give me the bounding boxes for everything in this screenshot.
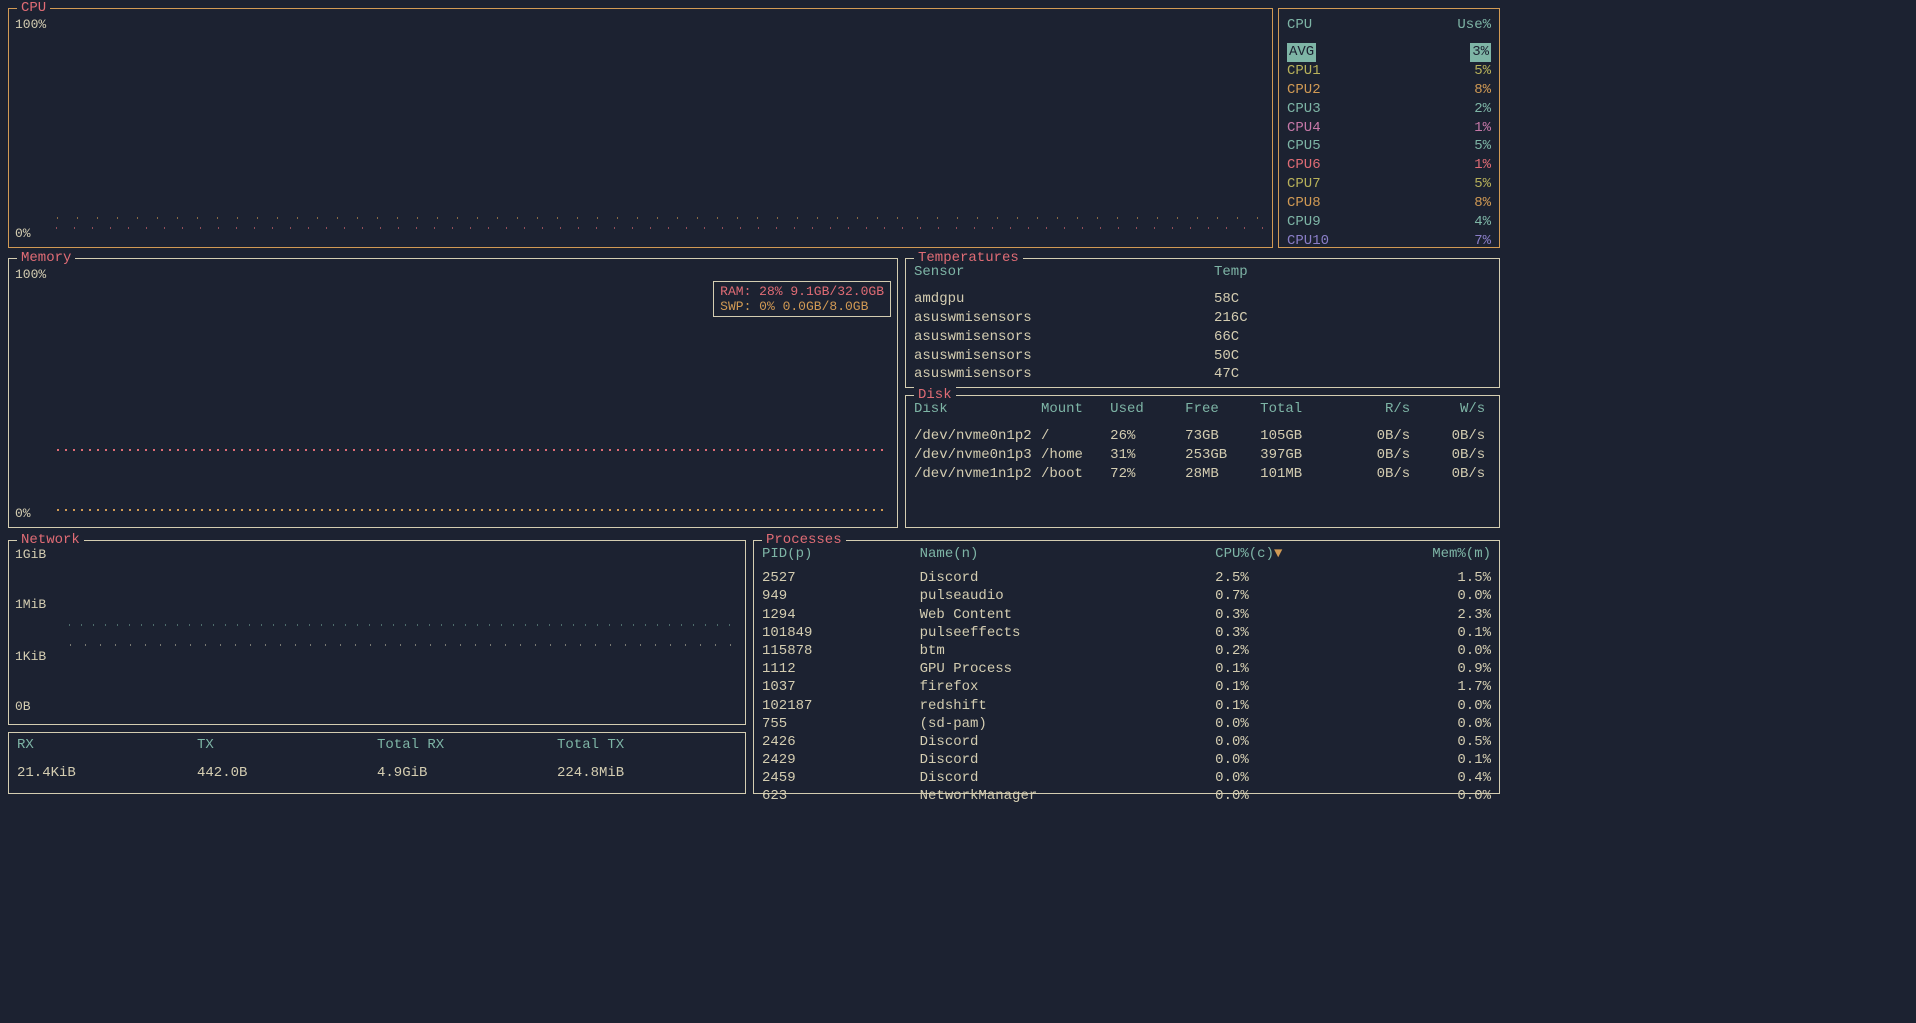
disk-row: /dev/nvme0n1p2/26%73GB105GB0B/s0B/s [914, 427, 1491, 446]
network-stats-panel[interactable]: RXTXTotal RXTotal TX 21.4KiB442.0B4.9GiB… [8, 732, 746, 794]
proc-header-cpu[interactable]: CPU%(c)▼ [1215, 545, 1392, 563]
netstats-header: Total RX [377, 737, 557, 753]
process-row[interactable]: 623NetworkManager0.0%0.0% [762, 787, 1491, 805]
netstats-value: 21.4KiB [17, 765, 197, 781]
temp-row: amdgpu58C [914, 290, 1491, 309]
cpu-row: CPU28% [1287, 81, 1491, 100]
cpu-row: CPU61% [1287, 156, 1491, 175]
cpu-row: CPU32% [1287, 100, 1491, 119]
memory-title: Memory [17, 250, 75, 266]
disk-header-col: Used [1110, 400, 1185, 419]
cpu-header-name: CPU [1287, 17, 1312, 33]
cpu-row: CPU15% [1287, 62, 1491, 81]
process-row[interactable]: 2429Discord0.0%0.1% [762, 751, 1491, 769]
process-row[interactable]: 1294Web Content0.3%2.3% [762, 606, 1491, 624]
temp-row: asuswmisensors50C [914, 347, 1491, 366]
processes-panel[interactable]: Processes PID(p) Name(n) CPU%(c)▼ Mem%(m… [753, 540, 1500, 794]
temp-row: asuswmisensors66C [914, 328, 1491, 347]
memory-legend: RAM: 28% 9.1GB/32.0GB SWP: 0% 0.0GB/8.0G… [713, 281, 891, 317]
disk-header-col: Free [1185, 400, 1260, 419]
network-graph-area [67, 619, 737, 659]
process-row[interactable]: 102187redshift0.1%0.0% [762, 697, 1491, 715]
netstats-value: 224.8MiB [557, 765, 737, 781]
cpu-row: CPU107% [1287, 232, 1491, 251]
netstats-header: Total TX [557, 737, 737, 753]
proc-header-name[interactable]: Name(n) [920, 545, 1216, 563]
netstats-header: TX [197, 737, 377, 753]
disk-row: /dev/nvme0n1p3/home31%253GB397GB0B/s0B/s [914, 446, 1491, 465]
mem-y-top: 100% [15, 267, 46, 282]
disk-title: Disk [914, 387, 956, 403]
cpu-row: CPU55% [1287, 137, 1491, 156]
cpu-row: CPU88% [1287, 194, 1491, 213]
temperatures-panel[interactable]: Temperatures Sensor Temp amdgpu58Casuswm… [905, 258, 1500, 388]
network-panel[interactable]: Network 1GiB 1MiB 1KiB 0B [8, 540, 746, 725]
disk-header-col: Mount [1041, 400, 1110, 419]
network-title: Network [17, 532, 84, 548]
swp-line: SWP: 0% 0.0GB/8.0GB [720, 299, 884, 314]
disk-panel[interactable]: Disk DiskMountUsedFreeTotalR/sW/s /dev/n… [905, 395, 1500, 528]
swp-graph-line [57, 509, 889, 511]
netstats-value: 4.9GiB [377, 765, 557, 781]
temps-title: Temperatures [914, 250, 1023, 266]
processes-title: Processes [762, 532, 846, 548]
net-y-3: 0B [15, 699, 31, 714]
memory-panel[interactable]: Memory 100% 0% RAM: 28% 9.1GB/32.0GB SWP… [8, 258, 898, 528]
process-row[interactable]: 755(sd-pam)0.0%0.0% [762, 715, 1491, 733]
process-row[interactable]: 2527Discord2.5%1.5% [762, 569, 1491, 587]
process-row[interactable]: 2426Discord0.0%0.5% [762, 733, 1491, 751]
cpu-row: CPU75% [1287, 175, 1491, 194]
net-y-2: 1KiB [15, 649, 46, 664]
temp-row: asuswmisensors47C [914, 365, 1491, 384]
process-row[interactable]: 1037firefox0.1%1.7% [762, 678, 1491, 696]
cpu-row: AVG3% [1287, 43, 1491, 62]
mem-y-bot: 0% [15, 506, 31, 521]
netstats-header: RX [17, 737, 197, 753]
cpu-header-use: Use% [1457, 17, 1491, 33]
ram-graph-line [57, 449, 889, 451]
cpu-y-bot: 0% [15, 226, 31, 241]
net-y-1: 1MiB [15, 597, 46, 612]
cpu-list-panel[interactable]: CPU Use% AVG3%CPU15%CPU28%CPU32%CPU41%CP… [1278, 8, 1500, 248]
process-row[interactable]: 115878btm0.2%0.0% [762, 642, 1491, 660]
netstats-value: 442.0B [197, 765, 377, 781]
disk-header-col: Total [1260, 400, 1335, 419]
proc-header-mem[interactable]: Mem%(m) [1393, 545, 1492, 563]
cpu-graph-panel[interactable]: CPU 100% 0% [8, 8, 1273, 248]
cpu-row: CPU41% [1287, 119, 1491, 138]
process-row[interactable]: 101849pulseeffects0.3%0.1% [762, 624, 1491, 642]
disk-header-col: R/s [1335, 400, 1410, 419]
process-row[interactable]: 949pulseaudio0.7%0.0% [762, 587, 1491, 605]
temp-row: asuswmisensors216C [914, 309, 1491, 328]
cpu-row: CPU94% [1287, 213, 1491, 232]
disk-header-col: W/s [1410, 400, 1485, 419]
temps-header-temp: Temp [1214, 263, 1248, 282]
ram-line: RAM: 28% 9.1GB/32.0GB [720, 284, 884, 299]
cpu-y-top: 100% [15, 17, 46, 32]
cpu-graph-area [54, 209, 1264, 239]
disk-row: /dev/nvme1n1p2/boot72%28MB101MB0B/s0B/s [914, 465, 1491, 484]
process-row[interactable]: 1112GPU Process0.1%0.9% [762, 660, 1491, 678]
process-row[interactable]: 2459Discord0.0%0.4% [762, 769, 1491, 787]
net-y-0: 1GiB [15, 547, 46, 562]
sort-down-icon: ▼ [1274, 546, 1282, 562]
cpu-panel-title: CPU [17, 0, 50, 16]
